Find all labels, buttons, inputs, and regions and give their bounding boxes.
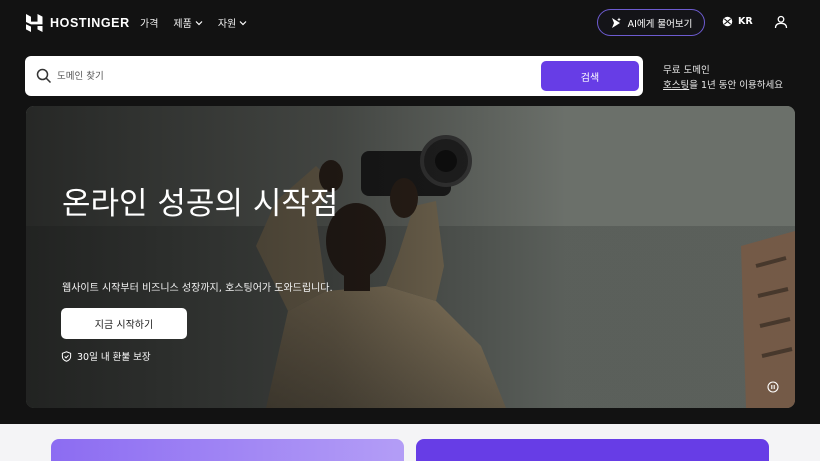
promo-text: 호스팅을 1년 동안 이용하세요 [663, 78, 783, 93]
promo-title: 무료 도메인 [663, 65, 710, 76]
user-icon[interactable] [774, 15, 788, 29]
pause-video-icon[interactable] [767, 381, 779, 393]
nav-link-products[interactable]: 제품 [173, 15, 203, 30]
nav-link-label: 제품 [173, 19, 192, 30]
language-selector[interactable]: KR [722, 16, 753, 27]
chevron-down-icon [239, 20, 247, 25]
nav-link-label: 자원 [217, 19, 237, 30]
nav-link-resources[interactable]: 자원 [218, 15, 247, 30]
brand-name: HOSTINGER [50, 16, 130, 30]
free-domain-promo: 무료 도메인 호스팅을 1년 동안 이용하세요 [663, 63, 783, 93]
get-started-button[interactable]: 지금 시작하기 [61, 308, 187, 339]
ask-ai-label: AI에게 물어보기 [627, 18, 693, 30]
top-navigation: HOSTINGER 가격 제품 자원 AI에게 물어보기 KR [0, 0, 820, 46]
money-back-guarantee: 30일 내 환불 보장 [61, 349, 151, 363]
chevron-down-icon [195, 20, 203, 25]
hostinger-logo[interactable]: HOSTINGER [25, 14, 130, 32]
nav-link-label: 가격 [140, 19, 159, 30]
promo-hosting-link[interactable]: 호스팅 [663, 80, 689, 91]
nav-links: 가격 제품 자원 [140, 15, 247, 30]
promo-card-left[interactable] [51, 439, 404, 461]
ai-sparkle-icon [611, 17, 621, 28]
hero-subtitle: 웹사이트 시작부터 비즈니스 성장까지, 호스팅어가 도와드립니다. [62, 283, 333, 294]
guarantee-text: 30일 내 환불 보장 [77, 352, 151, 363]
promo-rest: 을 1년 동안 이용하세요 [689, 80, 783, 91]
shield-check-icon [61, 350, 72, 362]
ask-ai-button[interactable]: AI에게 물어보기 [597, 9, 705, 36]
hero-title: 온라인 성공의 시작점 [62, 186, 339, 222]
domain-search-input[interactable] [57, 65, 557, 87]
search-icon [36, 68, 52, 84]
language-code: KR [738, 16, 753, 27]
hostinger-logo-icon [26, 14, 43, 32]
hero-banner: 온라인 성공의 시작점 웹사이트 시작부터 비즈니스 성장까지, 호스팅어가 도… [26, 106, 795, 408]
promo-card-right[interactable] [416, 439, 769, 461]
search-button[interactable]: 검색 [541, 61, 639, 91]
nav-link-pricing[interactable]: 가격 [140, 15, 158, 30]
globe-icon [722, 16, 733, 27]
